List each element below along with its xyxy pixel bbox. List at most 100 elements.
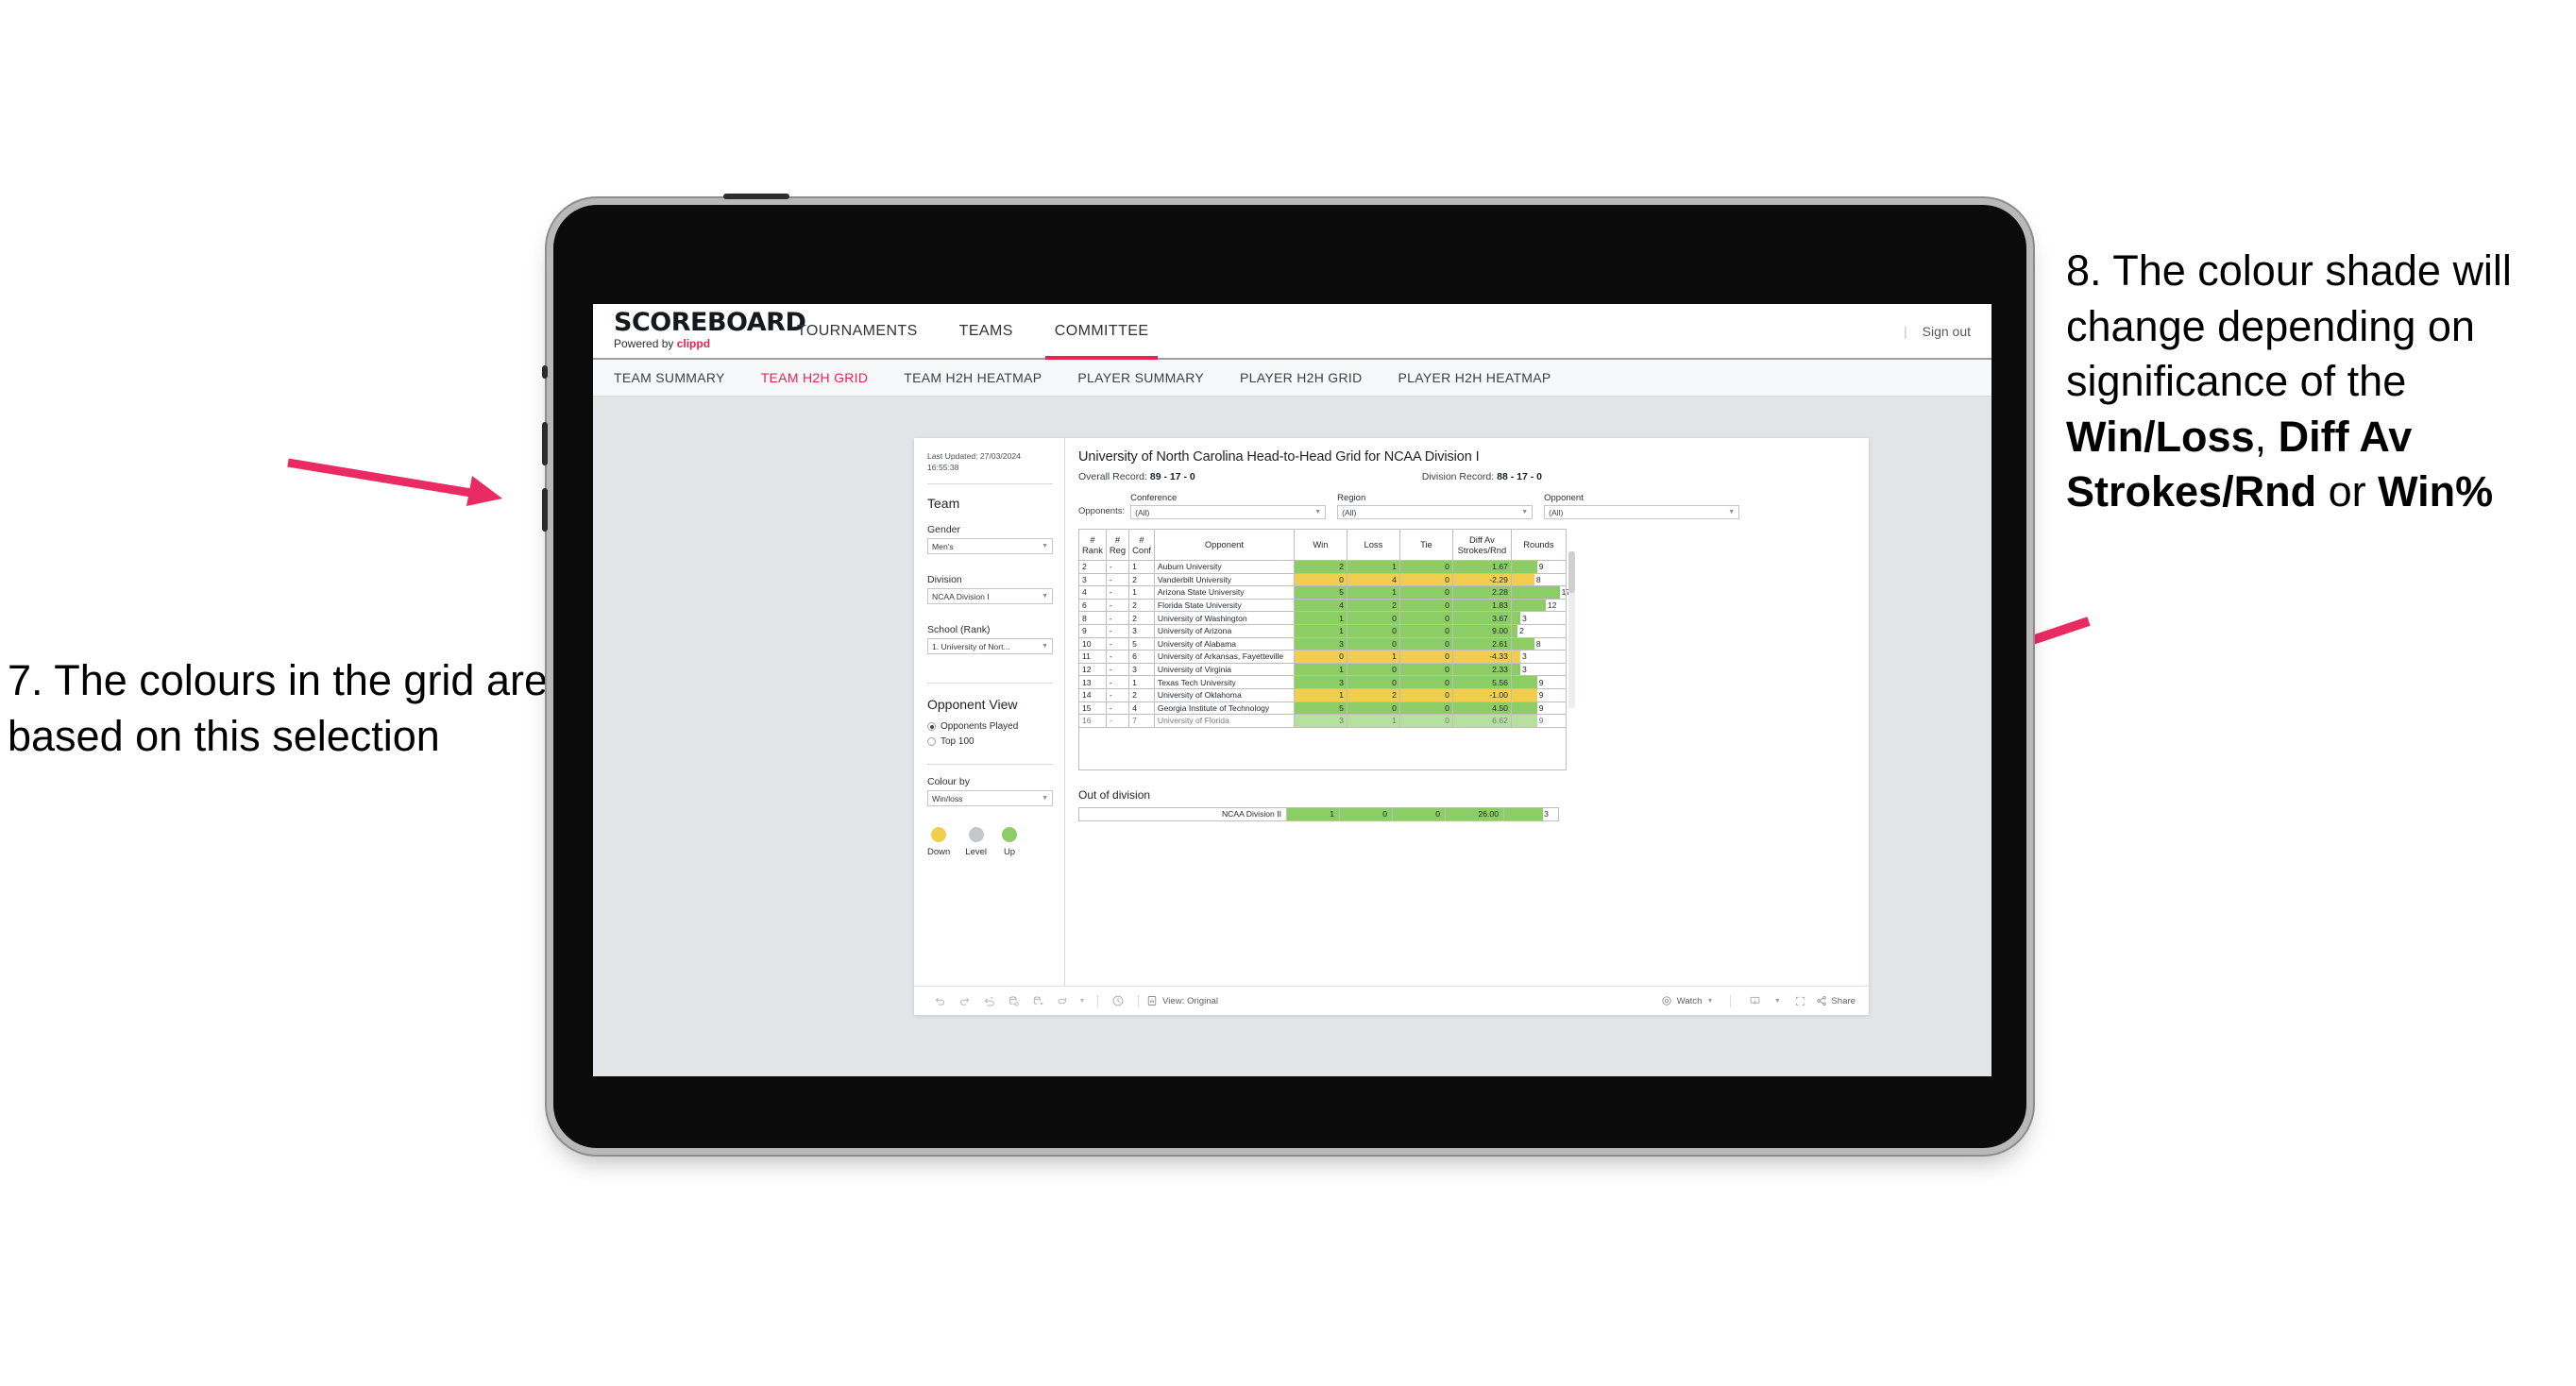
watch-button[interactable]: Watch ▼	[1661, 995, 1713, 1006]
col-rounds[interactable]: Rounds	[1510, 529, 1567, 561]
col-tie[interactable]: Tie	[1398, 529, 1453, 561]
cell-rounds: 2	[1510, 623, 1567, 638]
cell-reg: -	[1105, 560, 1130, 574]
cell-tie: 0	[1398, 714, 1453, 728]
cell-loss: 2	[1346, 687, 1400, 702]
top-navigation-bar: SCOREBOARD Powered by clippd TOURNAMENTS…	[593, 304, 1991, 360]
subnav-team-h2h-heatmap[interactable]: TEAM H2H HEATMAP	[904, 370, 1042, 385]
colour-by-select[interactable]: Win/loss ▼	[927, 790, 1053, 807]
clock-history-icon[interactable]	[1106, 989, 1130, 1013]
col-loss[interactable]: Loss	[1346, 529, 1400, 561]
ood-rounds: 3	[1503, 806, 1559, 821]
table-row[interactable]: 8-2 University of Washington 1 0 0 3.67 3	[1078, 611, 1567, 625]
table-row[interactable]: 10-5 University of Alabama 3 0 0 2.61 8	[1078, 636, 1567, 651]
swap-icon[interactable]	[1050, 989, 1075, 1013]
table-row[interactable]: 14-2 University of Oklahoma 1 2 0 -1.00 9	[1078, 687, 1567, 702]
pause-updates-icon[interactable]	[1025, 989, 1050, 1013]
col-reg[interactable]: # Reg	[1105, 529, 1130, 561]
table-row[interactable]: 15-4 Georgia Institute of Technology 5 0 0 4.…	[1078, 701, 1567, 716]
division-record-value: 88 - 17 - 0	[1497, 471, 1542, 482]
col-win[interactable]: Win	[1293, 529, 1347, 561]
undo-icon[interactable]	[927, 989, 952, 1013]
toolbar-divider-1	[1097, 994, 1098, 1007]
radio-top-100[interactable]: Top 100	[927, 736, 1053, 747]
cell-loss: 0	[1346, 611, 1400, 625]
rounds-bar	[1511, 701, 1537, 715]
cell-win: 3	[1293, 675, 1347, 689]
cell-loss: 1	[1346, 560, 1400, 574]
cell-reg: -	[1105, 662, 1130, 677]
cell-win: 0	[1293, 650, 1347, 664]
rounds-value: 3	[1522, 665, 1527, 675]
brand-tagline-prefix: Powered by	[614, 337, 677, 350]
chevron-down-icon[interactable]: ▼	[1771, 989, 1784, 1013]
tablet-button-volume-down	[542, 422, 548, 465]
table-row[interactable]: 9-3 University of Arizona 1 0 0 9.00 2	[1078, 623, 1567, 638]
record-row: Overall Record: 89 - 17 - 0 Division Rec…	[1078, 471, 1856, 482]
cell-tie: 0	[1398, 560, 1453, 574]
brand-logo[interactable]: SCOREBOARD Powered by clippd	[593, 304, 806, 358]
top-nav-teams[interactable]: TEAMS	[939, 304, 1034, 358]
radio-opponents-played[interactable]: Opponents Played	[927, 721, 1053, 732]
subnav-player-summary[interactable]: PLAYER SUMMARY	[1077, 370, 1204, 385]
col-diff[interactable]: Diff Av Strokes/Rnd	[1451, 529, 1512, 561]
rounds-value: 8	[1535, 638, 1541, 649]
table-row[interactable]: 12-3 University of Virginia 1 0 0 2.33 3	[1078, 662, 1567, 677]
cell-diff: 2.61	[1451, 636, 1512, 651]
gender-select[interactable]: Men's ▼	[927, 538, 1053, 555]
subnav-player-h2h-grid[interactable]: PLAYER H2H GRID	[1240, 370, 1363, 385]
table-row[interactable]: 2-1 Auburn University 2 1 0 1.67 9	[1078, 560, 1567, 574]
cell-rank: 15	[1078, 701, 1107, 716]
legend-dot-level	[968, 827, 984, 843]
grid-vertical-scrollbar[interactable]	[1568, 551, 1575, 708]
cell-rank: 16	[1078, 714, 1107, 728]
table-row[interactable]: 4-1 Arizona State University 5 1 0 2.28 17	[1078, 585, 1570, 600]
table-row[interactable]: 13-1 Texas Tech University 3 0 0 5.56 9	[1078, 675, 1567, 689]
share-label: Share	[1831, 995, 1856, 1006]
tablet-button-volume-up	[542, 365, 548, 379]
division-select[interactable]: NCAA Division I ▼	[927, 588, 1053, 605]
view-original-button[interactable]: View: Original	[1146, 995, 1218, 1006]
fullscreen-icon[interactable]	[1788, 989, 1812, 1013]
cell-rank: 9	[1078, 623, 1107, 638]
filter-conference-select[interactable]: (All) ▼	[1130, 505, 1327, 519]
filter-opponent-select[interactable]: (All) ▼	[1544, 505, 1740, 519]
legend-label-down: Down	[927, 847, 951, 858]
table-row[interactable]: 3-2 Vanderbilt University 0 4 0 -2.29 8	[1078, 572, 1567, 587]
table-row[interactable]: 11-6 University of Arkansas, Fayetteville…	[1078, 650, 1567, 664]
school-select[interactable]: 1. University of Nort... ▼	[927, 638, 1053, 655]
download-icon[interactable]	[1742, 989, 1767, 1013]
sign-out-link[interactable]: Sign out	[1923, 324, 1971, 339]
cell-diff: -4.33	[1451, 650, 1512, 664]
top-nav-committee[interactable]: COMMITTEE	[1034, 304, 1170, 360]
subnav-team-h2h-grid[interactable]: TEAM H2H GRID	[761, 370, 869, 385]
cell-conf: 2	[1128, 598, 1155, 613]
annotation-right: 8. The colour shade will change dependin…	[2066, 244, 2576, 520]
subnav-team-summary[interactable]: TEAM SUMMARY	[614, 370, 725, 385]
col-rank[interactable]: # Rank	[1078, 529, 1107, 561]
refresh-data-icon[interactable]	[1001, 989, 1025, 1013]
filter-region-select[interactable]: (All) ▼	[1337, 505, 1534, 519]
col-rank-l2: Rank	[1082, 545, 1103, 555]
chevron-down-icon: ▼	[1042, 643, 1048, 651]
subnav-player-h2h-heatmap[interactable]: PLAYER H2H HEATMAP	[1398, 370, 1551, 385]
table-row[interactable]: 16-7 University of Florida 3 1 0 6.62 9	[1078, 714, 1567, 728]
revert-icon[interactable]	[976, 989, 1001, 1013]
redo-icon[interactable]	[952, 989, 976, 1013]
share-button[interactable]: Share	[1816, 995, 1856, 1006]
cell-rank: 14	[1078, 687, 1107, 702]
col-conf[interactable]: # Conf	[1128, 529, 1155, 561]
chevron-down-icon: ▼	[1042, 795, 1048, 803]
cell-loss: 1	[1346, 650, 1400, 664]
dashboard-card: Last Updated: 27/03/2024 16:55:38 Team G…	[914, 438, 1869, 1015]
col-opponent[interactable]: Opponent	[1153, 529, 1295, 561]
top-nav-tournaments[interactable]: TOURNAMENTS	[776, 304, 939, 358]
annot-r-part-5: Win%	[2378, 467, 2494, 516]
grid-scrollbar-thumb[interactable]	[1568, 551, 1575, 593]
table-row[interactable]: 6-2 Florida State University 4 2 0 1.83 12	[1078, 598, 1567, 613]
caret-down-icon[interactable]: ▼	[1075, 989, 1090, 1013]
filter-conference: Conference (All) ▼	[1130, 493, 1327, 519]
brand-wordmark: SCOREBOARD	[614, 308, 806, 337]
cell-opponent: University of Virginia	[1153, 662, 1295, 677]
cell-win: 3	[1293, 636, 1347, 651]
